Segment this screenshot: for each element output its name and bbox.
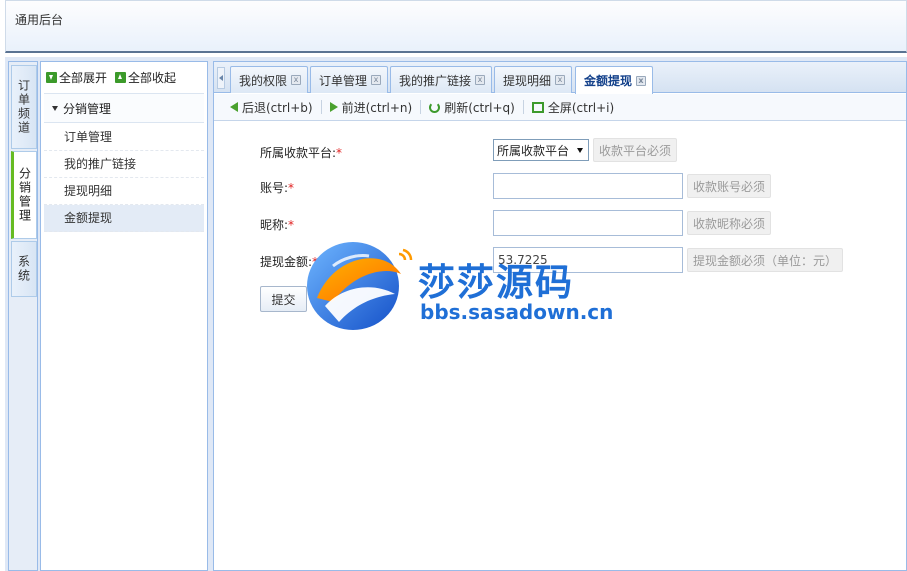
platform-label: 所属收款平台:* [260, 144, 342, 161]
back-label: 后退(ctrl+b) [242, 100, 313, 115]
account-hint: 收款账号必须 [687, 174, 772, 198]
menu-item-orders[interactable]: 订单管理 [44, 124, 204, 151]
nickname-label: 昵称:* [260, 216, 294, 233]
platform-select[interactable]: 所属收款平台 [493, 139, 589, 161]
tab-label: 提现明细 [503, 73, 552, 88]
fullscreen-label: 全屏(ctrl+i) [547, 100, 615, 115]
watermark-url: bbs.sasadown.cn [420, 300, 614, 324]
required-mark: * [336, 146, 343, 160]
channel-tab-system[interactable]: 系统 [11, 241, 37, 297]
collapse-arrow-icon [115, 72, 127, 83]
account-label: 账号:* [260, 179, 294, 196]
required-mark: * [288, 181, 295, 195]
collapse-all-label: 全部收起 [128, 71, 177, 85]
menu-item-withdraw-details[interactable]: 提现明细 [44, 178, 204, 205]
app-title: 通用后台 [15, 13, 64, 27]
platform-hint: 收款平台必须 [593, 138, 678, 162]
amount-hint: 提现金额必须（单位：元） [687, 248, 844, 272]
tab-label: 我的权限 [239, 73, 288, 88]
nav-toolbar: 后退(ctrl+b) 前进(ctrl+n) 刷新(ctrl+q) 全屏(ctrl… [214, 94, 906, 121]
menu-items: 订单管理 我的推广链接 提现明细 金额提现 [44, 124, 204, 232]
toolbar-separator [420, 100, 422, 114]
fullscreen-icon [531, 101, 544, 113]
refresh-button[interactable]: 刷新(ctrl+q) [423, 99, 521, 116]
caret-down-icon [52, 105, 58, 111]
tab-bar: 我的权限 x 订单管理 x 我的推广链接 x 提现明细 x 金额提现 x [214, 62, 906, 94]
refresh-icon [429, 101, 441, 113]
side-menu: 全部展开 全部收起 分销管理 订单管理 我的推广链接 提现明细 金额提现 [40, 61, 208, 571]
expand-all-label: 全部展开 [59, 71, 108, 85]
app-header: 通用后台 [5, 0, 907, 53]
nickname-input[interactable] [493, 210, 683, 236]
chevron-down-icon [577, 147, 583, 153]
menu-group-distribution[interactable]: 分销管理 [44, 93, 204, 123]
toolbar-separator [522, 100, 524, 114]
watermark-brand: 莎莎源码 [418, 261, 574, 304]
watermark-logo-icon [307, 242, 413, 330]
menu-item-promo-links[interactable]: 我的推广链接 [44, 151, 204, 178]
forward-arrow-icon [329, 102, 338, 112]
tab-withdraw-details[interactable]: 提现明细 x [494, 66, 573, 93]
tab-label: 订单管理 [319, 73, 368, 88]
close-icon[interactable]: x [475, 75, 486, 85]
account-input[interactable] [493, 173, 683, 199]
tab-promo-links[interactable]: 我的推广链接 x [390, 66, 493, 93]
forward-label: 前进(ctrl+n) [341, 100, 413, 115]
close-icon[interactable]: x [636, 75, 647, 86]
nickname-label-text: 昵称: [260, 218, 289, 232]
toolbar-separator [320, 100, 322, 114]
watermark: 莎莎源码 bbs.sasadown.cn [303, 236, 613, 336]
platform-label-text: 所属收款平台: [260, 146, 337, 160]
tab-label: 我的推广链接 [399, 73, 472, 88]
close-icon[interactable]: x [555, 75, 566, 85]
tab-label: 金额提现 [584, 74, 633, 88]
close-icon[interactable]: x [291, 75, 302, 85]
close-icon[interactable]: x [371, 75, 382, 85]
tab-orders[interactable]: 订单管理 x [310, 66, 389, 93]
back-arrow-icon [230, 102, 238, 112]
account-label-text: 账号: [260, 181, 289, 195]
expand-arrow-icon [46, 72, 57, 83]
channel-tab-orders[interactable]: 订单频道 [11, 65, 37, 149]
fullscreen-button[interactable]: 全屏(ctrl+i) [526, 99, 620, 116]
tab-withdraw[interactable]: 金额提现 x [575, 66, 654, 94]
channel-tab-distribution[interactable]: 分销管理 [11, 151, 37, 239]
nickname-hint: 收款昵称必须 [687, 211, 772, 235]
menu-item-withdraw[interactable]: 金额提现 [44, 205, 204, 232]
refresh-label: 刷新(ctrl+q) [444, 100, 515, 115]
platform-select-value: 所属收款平台 [497, 143, 570, 158]
back-button[interactable]: 后退(ctrl+b) [224, 99, 319, 116]
forward-button[interactable]: 前进(ctrl+n) [324, 99, 419, 116]
menu-group-label: 分销管理 [63, 101, 112, 116]
tab-scroll-left-icon[interactable] [217, 67, 225, 89]
expand-all-button[interactable]: 全部展开 [46, 69, 107, 86]
collapse-all-button[interactable]: 全部收起 [115, 69, 176, 86]
channel-tabs: 订单频道 分销管理 系统 [8, 61, 38, 571]
tab-permissions[interactable]: 我的权限 x [230, 66, 309, 93]
required-mark: * [288, 218, 295, 232]
submit-button[interactable]: 提交 [260, 286, 307, 312]
